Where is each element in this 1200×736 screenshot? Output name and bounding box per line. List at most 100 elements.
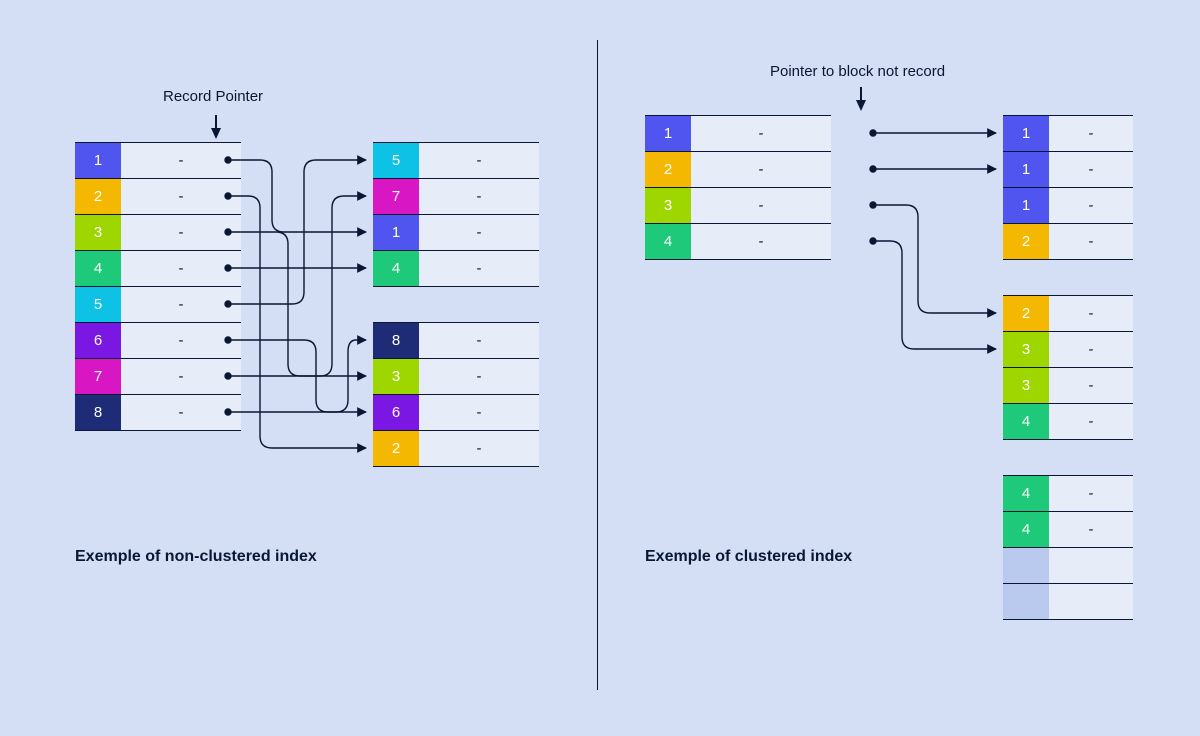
key-cell: 1 [75,143,121,179]
table-row: 5- [373,143,539,179]
pointer-cell: - [1049,476,1133,512]
table-row: 6- [75,323,241,359]
clustered-index-table: 1-2-3-4- [645,115,831,260]
key-cell: 2 [75,179,121,215]
key-cell: 2 [1003,296,1049,332]
table-row: 1- [645,116,831,152]
pointer-cell: - [419,143,539,179]
key-cell: 1 [1003,188,1049,224]
divider-line [597,40,598,690]
key-cell: 3 [1003,332,1049,368]
pointer-cell: - [121,179,241,215]
table-row: 1- [373,215,539,251]
table-row: 4- [75,251,241,287]
table-row: 4- [645,224,831,260]
table-row: 3- [1003,332,1133,368]
key-cell: 2 [1003,224,1049,260]
table-row: 4- [1003,404,1133,440]
key-cell: 4 [1003,404,1049,440]
pointer-cell: - [1049,512,1133,548]
table-row: 4- [1003,512,1133,548]
pointer-cell: - [1049,152,1133,188]
key-cell: 6 [373,395,419,431]
table-row: 5- [75,287,241,323]
key-cell: 7 [373,179,419,215]
pointer-cell: - [121,359,241,395]
table-row: 1- [1003,116,1133,152]
table-row: 2- [1003,296,1133,332]
pointer-cell: - [1049,116,1133,152]
table-row: 4- [1003,476,1133,512]
arrow-down-icon [211,128,221,139]
arrow-down-icon [856,100,866,111]
pointer-cell: - [419,179,539,215]
pointer-cell: - [419,323,539,359]
table-row [1003,548,1133,584]
table-row: 8- [373,323,539,359]
table-row: 6- [373,395,539,431]
table-row: 4- [373,251,539,287]
key-cell: 5 [373,143,419,179]
table-row: 3- [373,359,539,395]
table-row: 7- [75,359,241,395]
pointer-cell: - [691,188,831,224]
pointer-cell: - [691,116,831,152]
key-cell: 3 [1003,368,1049,404]
pointer-cell: - [419,431,539,467]
key-cell: 4 [1003,476,1049,512]
key-cell: 1 [373,215,419,251]
table-row [1003,584,1133,620]
pointer-cell: - [121,143,241,179]
clustered-block-b: 2-3-3-4- [1003,295,1133,440]
clustered-block-a: 1-1-1-2- [1003,115,1133,260]
table-row: 2- [75,179,241,215]
nonclustered-index-table: 1-2-3-4-5-6-7-8- [75,142,241,431]
key-cell: 1 [1003,152,1049,188]
pointer-cell [1049,584,1133,620]
key-cell: 8 [373,323,419,359]
key-cell: 2 [373,431,419,467]
key-cell: 3 [75,215,121,251]
pointer-cell: - [1049,332,1133,368]
caption-clustered: Exemple of clustered index [645,548,852,566]
key-cell: 2 [645,152,691,188]
table-row: 7- [373,179,539,215]
pointer-cell: - [121,215,241,251]
table-row: 3- [645,188,831,224]
table-row: 1- [1003,152,1133,188]
pointer-cell: - [1049,404,1133,440]
pointer-cell: - [1049,188,1133,224]
key-cell: 1 [1003,116,1049,152]
pointer-cell: - [1049,296,1133,332]
pointer-cell: - [419,395,539,431]
pointer-cell [1049,548,1133,584]
pointer-cell: - [121,395,241,431]
caption-nonclustered: Exemple of non-clustered index [75,548,317,566]
nonclustered-block-a: 5-7-1-4- [373,142,539,287]
clustered-block-c: 4-4- [1003,475,1133,620]
key-cell: 4 [75,251,121,287]
key-cell: 4 [1003,512,1049,548]
table-row: 3- [1003,368,1133,404]
table-row: 2- [373,431,539,467]
key-cell: 3 [373,359,419,395]
key-cell: 1 [645,116,691,152]
table-row: 2- [1003,224,1133,260]
pointer-cell: - [121,287,241,323]
pointer-cell: - [121,323,241,359]
key-cell: 6 [75,323,121,359]
key-cell: 4 [645,224,691,260]
key-cell: 5 [75,287,121,323]
label-pointer-to-block: Pointer to block not record [770,63,945,80]
pointer-cell: - [419,251,539,287]
key-cell: 8 [75,395,121,431]
key-cell [1003,584,1049,620]
key-cell [1003,548,1049,584]
table-row: 3- [75,215,241,251]
key-cell: 7 [75,359,121,395]
table-row: 1- [1003,188,1133,224]
table-row: 1- [75,143,241,179]
pointer-cell: - [419,215,539,251]
pointer-cell: - [1049,224,1133,260]
pointer-cell: - [1049,368,1133,404]
